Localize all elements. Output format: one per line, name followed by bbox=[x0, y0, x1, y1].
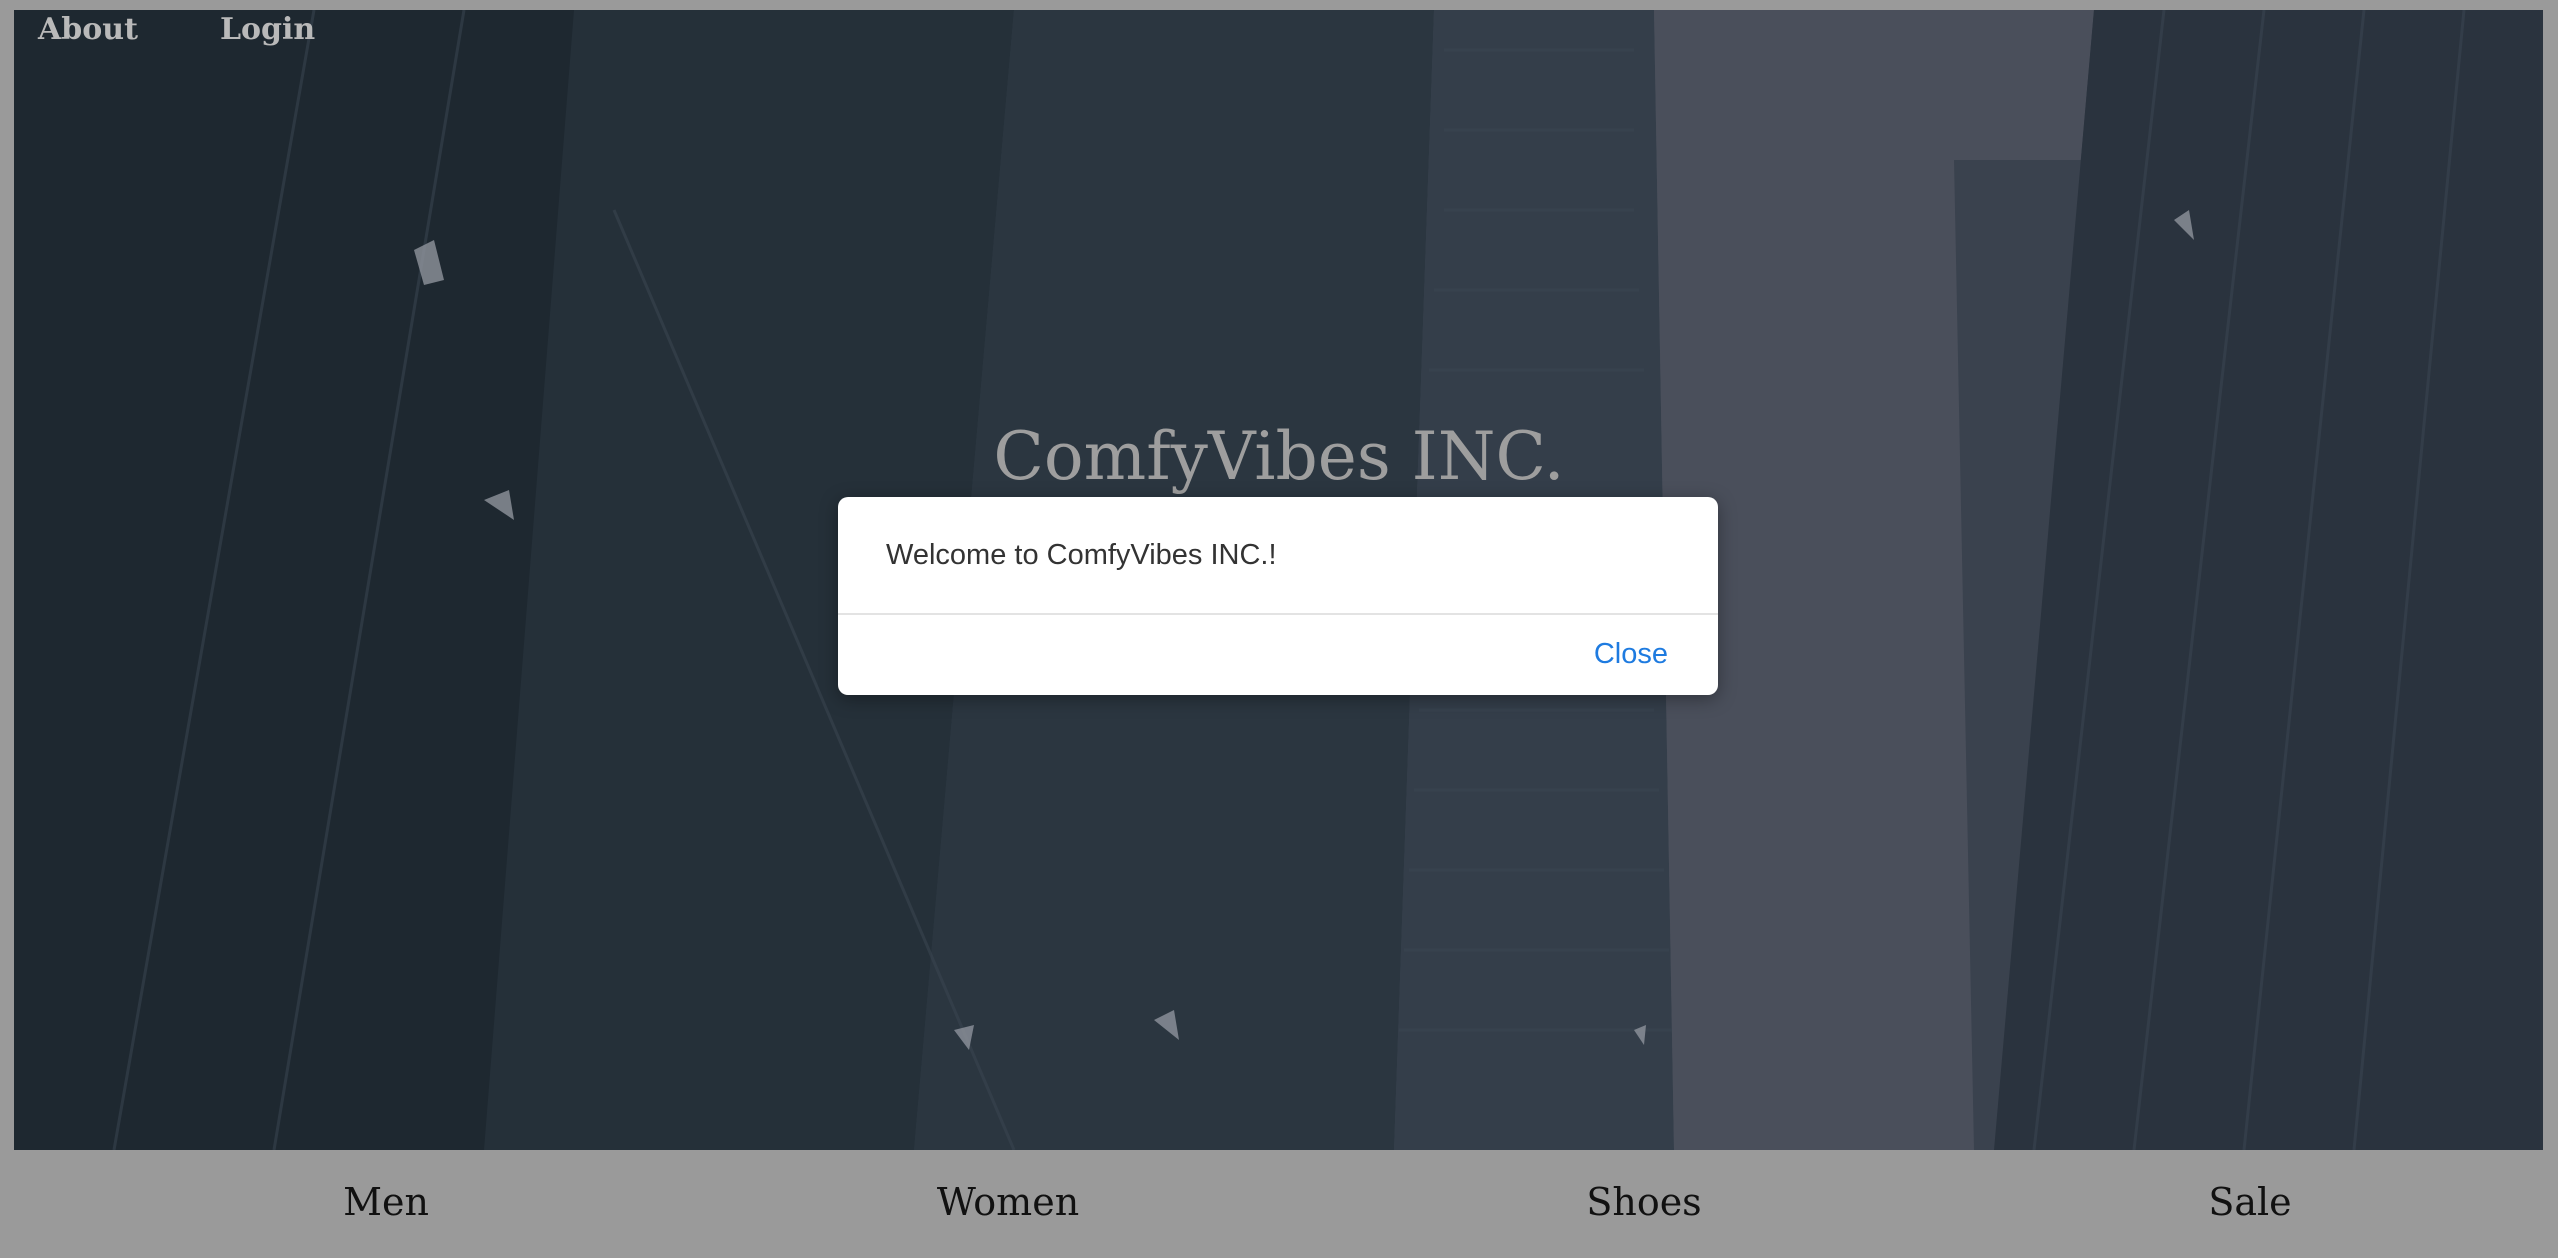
close-button[interactable]: Close bbox=[1594, 638, 1668, 671]
welcome-dialog: Welcome to ComfyVibes INC.! Close bbox=[838, 497, 1718, 695]
nav-login-link[interactable]: Login bbox=[220, 12, 315, 47]
nav-about-link[interactable]: About bbox=[38, 12, 138, 47]
category-shoes-link[interactable]: Shoes bbox=[1586, 1180, 1701, 1224]
category-bar: Men Women Shoes Sale bbox=[0, 1150, 2558, 1258]
top-nav: About Login bbox=[38, 12, 315, 47]
category-sale-link[interactable]: Sale bbox=[2208, 1180, 2291, 1224]
category-women-link[interactable]: Women bbox=[937, 1180, 1079, 1224]
category-men-link[interactable]: Men bbox=[343, 1180, 429, 1224]
brand-title: ComfyVibes INC. bbox=[993, 418, 1565, 495]
dialog-footer: Close bbox=[838, 615, 1718, 693]
dialog-message: Welcome to ComfyVibes INC.! bbox=[838, 497, 1718, 615]
